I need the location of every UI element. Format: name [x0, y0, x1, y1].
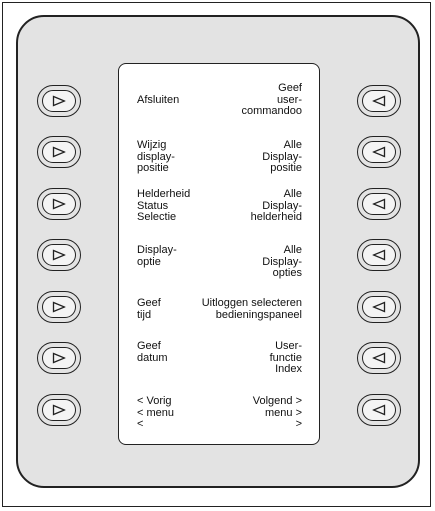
left-label-vorig-menu: < Vorig < menu < — [137, 395, 174, 430]
left-triangle-icon — [372, 404, 386, 416]
left-triangle-icon — [372, 352, 386, 364]
right-button-3[interactable] — [357, 188, 401, 220]
left-button-3[interactable] — [37, 188, 81, 220]
right-triangle-icon — [52, 301, 66, 313]
right-label-volgend-menu: Volgend > menu > > — [252, 395, 302, 430]
left-triangle-icon — [372, 301, 386, 313]
right-triangle-icon — [52, 352, 66, 364]
left-button-7[interactable] — [37, 394, 81, 426]
left-button-1[interactable] — [37, 85, 81, 117]
right-triangle-icon — [52, 146, 66, 158]
right-button-5[interactable] — [357, 291, 401, 323]
right-triangle-icon — [52, 404, 66, 416]
right-button-2[interactable] — [357, 136, 401, 168]
left-label-wijzig-displaypositie: Wijzig display- positie — [137, 139, 175, 174]
left-label-helderheid-status-selectie: Helderheid Status Selectie — [137, 188, 191, 223]
left-button-6[interactable] — [37, 342, 81, 374]
right-triangle-icon — [52, 198, 66, 210]
left-triangle-icon — [372, 95, 386, 107]
left-button-4[interactable] — [37, 239, 81, 271]
left-button-5[interactable] — [37, 291, 81, 323]
right-triangle-icon — [52, 249, 66, 261]
right-button-7[interactable] — [357, 394, 401, 426]
right-button-4[interactable] — [357, 239, 401, 271]
right-label-user-functie-index: User- functie Index — [269, 340, 302, 375]
right-triangle-icon — [52, 95, 66, 107]
left-label-display-optie: Display- optie — [137, 244, 177, 268]
right-label-alle-displaypositie: Alle Display- positie — [262, 139, 302, 174]
left-label-afsluiten: Afsluiten — [137, 94, 180, 106]
right-label-geef-user-commandoo: Geef user- commandoo — [241, 82, 302, 117]
right-button-1[interactable] — [357, 85, 401, 117]
right-label-uitloggen: Uitloggen selecteren bedieningspaneel — [201, 297, 302, 321]
right-label-alle-displayopties: Alle Display- opties — [262, 244, 302, 279]
left-label-geef-tijd: Geef tijd — [137, 297, 161, 321]
left-triangle-icon — [372, 146, 386, 158]
left-triangle-icon — [372, 249, 386, 261]
right-label-alle-displayhelderheid: Alle Display- helderheid — [250, 188, 302, 223]
left-triangle-icon — [372, 198, 386, 210]
left-label-geef-datum: Geef datum — [137, 340, 168, 364]
left-button-2[interactable] — [37, 136, 81, 168]
right-button-6[interactable] — [357, 342, 401, 374]
